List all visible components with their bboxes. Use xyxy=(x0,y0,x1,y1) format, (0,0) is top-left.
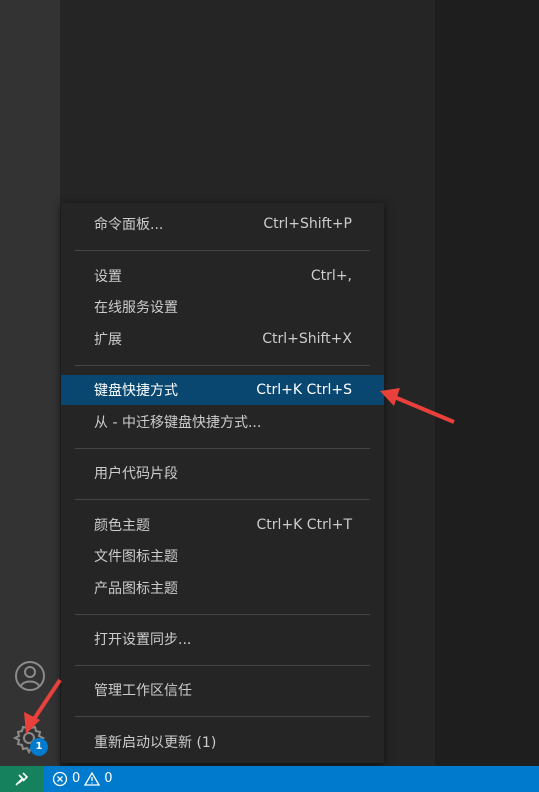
menu-item-label: 在线服务设置 xyxy=(94,300,178,316)
menu-item-keybinding: Ctrl+Shift+X xyxy=(262,331,352,347)
menu-item-settings-sync[interactable]: 打开设置同步... xyxy=(61,624,384,654)
menu-item-label: 产品图标主题 xyxy=(94,581,178,597)
menu-item-user-snippets[interactable]: 用户代码片段 xyxy=(61,458,384,488)
error-count: 0 xyxy=(72,771,81,786)
activity-bar xyxy=(0,0,60,766)
menu-item-manage-workspace-trust[interactable]: 管理工作区信任 xyxy=(61,675,384,705)
menu-item-label: 设置 xyxy=(94,269,122,285)
status-bar: 0 0 xyxy=(0,766,539,792)
problems-indicator[interactable]: 0 0 xyxy=(52,766,113,792)
remote-icon xyxy=(14,772,28,786)
menu-item-label: 从 - 中迁移键盘快捷方式... xyxy=(94,415,262,431)
menu-separator xyxy=(75,499,370,500)
menu-item-label: 颜色主题 xyxy=(94,518,150,534)
menu-separator xyxy=(75,365,370,366)
editor-area xyxy=(435,0,539,766)
menu-item-label: 打开设置同步... xyxy=(94,632,192,648)
menu-separator xyxy=(75,665,370,666)
manage-badge: 1 xyxy=(30,738,48,756)
menu-item-label: 文件图标主题 xyxy=(94,549,178,565)
error-icon xyxy=(52,771,68,787)
menu-item-label: 管理工作区信任 xyxy=(94,683,192,699)
menu-item-label: 命令面板... xyxy=(94,217,164,233)
menu-item-migrate-keyboard-shortcuts[interactable]: 从 - 中迁移键盘快捷方式... xyxy=(61,407,384,437)
menu-item-label: 扩展 xyxy=(94,332,122,348)
menu-separator xyxy=(75,716,370,717)
menu-separator xyxy=(75,448,370,449)
menu-item-settings[interactable]: 设置 Ctrl+, xyxy=(61,261,384,291)
menu-item-keyboard-shortcuts[interactable]: 键盘快捷方式 Ctrl+K Ctrl+S xyxy=(61,375,384,405)
menu-item-keybinding: Ctrl+, xyxy=(310,268,352,284)
warning-icon xyxy=(84,771,101,786)
warning-count: 0 xyxy=(104,771,113,786)
menu-item-restart-to-update[interactable]: 重新启动以更新 (1) xyxy=(61,727,384,757)
menu-item-color-theme[interactable]: 颜色主题 Ctrl+K Ctrl+T xyxy=(61,510,384,540)
menu-item-extensions[interactable]: 扩展 Ctrl+Shift+X xyxy=(61,324,384,354)
menu-item-keybinding: Ctrl+Shift+P xyxy=(263,216,352,232)
menu-separator xyxy=(75,614,370,615)
menu-separator xyxy=(75,250,370,251)
account-icon[interactable] xyxy=(14,660,46,692)
menu-item-command-palette[interactable]: 命令面板... Ctrl+Shift+P xyxy=(61,209,384,239)
menu-item-online-services-settings[interactable]: 在线服务设置 xyxy=(61,292,384,322)
menu-item-product-icon-theme[interactable]: 产品图标主题 xyxy=(61,573,384,603)
menu-item-label: 重新启动以更新 (1) xyxy=(94,735,217,751)
menu-item-file-icon-theme[interactable]: 文件图标主题 xyxy=(61,541,384,571)
menu-item-keybinding: Ctrl+K Ctrl+S xyxy=(256,382,352,398)
menu-item-label: 键盘快捷方式 xyxy=(94,383,178,399)
remote-indicator[interactable] xyxy=(0,766,43,792)
menu-item-keybinding: Ctrl+K Ctrl+T xyxy=(256,517,352,533)
menu-item-label: 用户代码片段 xyxy=(94,466,178,482)
manage-context-menu: 命令面板... Ctrl+Shift+P 设置 Ctrl+, 在线服务设置 扩展… xyxy=(61,203,384,763)
